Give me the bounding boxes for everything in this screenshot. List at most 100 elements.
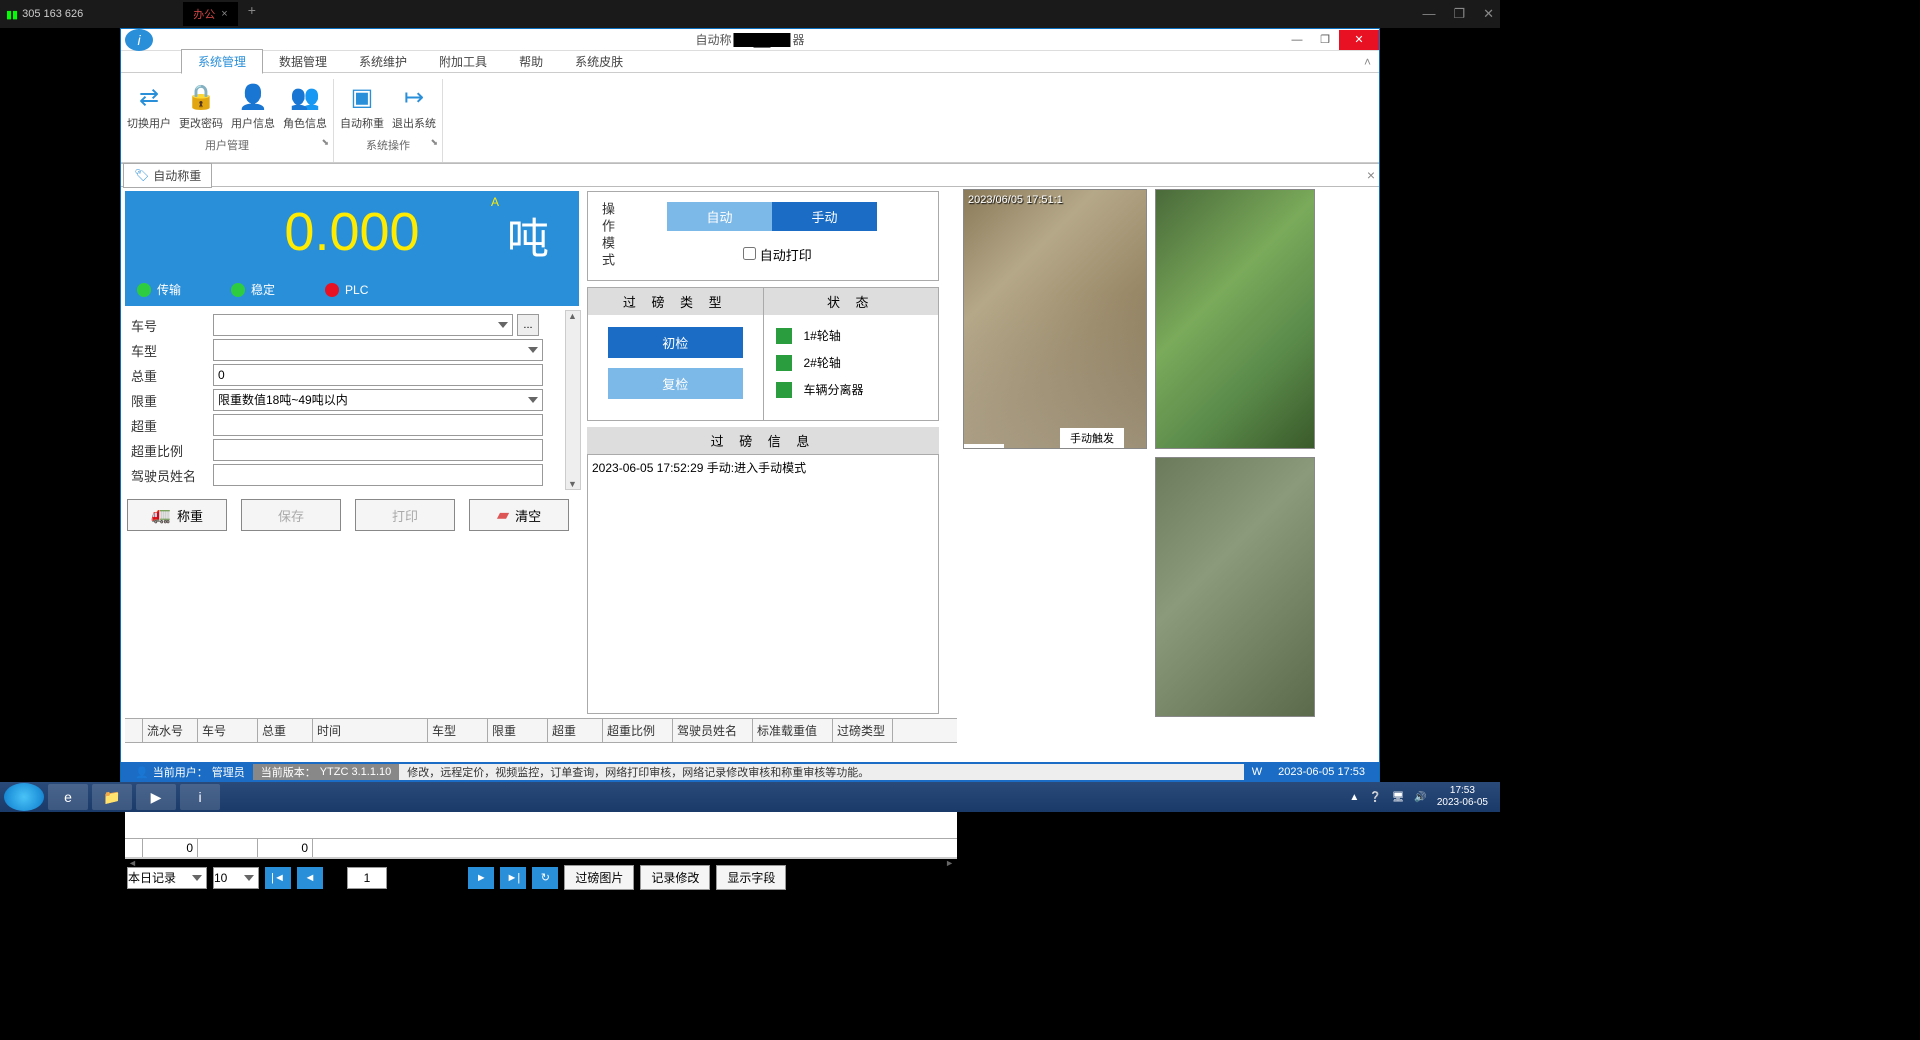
vehicle-type-select[interactable] (213, 339, 543, 361)
weigh-info-box: 过 磅 信 息 2023-06-05 17:52:29 手动:进入手动模式 (587, 427, 939, 714)
camera-feed-2[interactable] (1155, 189, 1315, 449)
col-weigh-type[interactable]: 过磅类型 (833, 719, 893, 742)
weigh-button[interactable]: 🚛称重 (127, 499, 227, 531)
show-fields-button[interactable]: 显示字段 (716, 865, 786, 890)
col-driver[interactable]: 驾驶员姓名 (673, 719, 753, 742)
ribbon: ⇄切换用户 🔒更改密码 👤用户信息 👥角色信息 用户管理⬊ ▣自动称重 ↦退出系… (121, 73, 1379, 163)
camera-feed-3[interactable] (1155, 457, 1315, 717)
filter-select[interactable]: 本日记录 (127, 867, 207, 889)
status-user: 👤当前用户：管理员 (127, 764, 253, 780)
form-scrollbar[interactable] (565, 310, 581, 490)
first-check-button[interactable]: 初检 (608, 327, 743, 358)
menu-skin[interactable]: 系统皮肤 (559, 50, 639, 73)
weigh-log[interactable]: 2023-06-05 17:52:29 手动:进入手动模式 (587, 454, 939, 714)
first-page-button[interactable]: |◄ (265, 867, 291, 889)
col-time[interactable]: 时间 (313, 719, 428, 742)
close-icon[interactable]: ✕ (1483, 6, 1494, 22)
tray-icon[interactable]: 🔊 (1414, 792, 1426, 803)
expand-icon[interactable]: ⬊ (430, 137, 438, 148)
close-button[interactable]: ✕ (1339, 30, 1379, 50)
tab-auto-weigh[interactable]: 🏷自动称重 (123, 163, 212, 188)
browse-button[interactable]: ... (517, 314, 539, 336)
col-over-ratio[interactable]: 超重比例 (603, 719, 673, 742)
mode-manual-button[interactable]: 手动 (772, 202, 877, 231)
driver-name-input[interactable] (213, 464, 543, 486)
close-icon[interactable]: × (221, 8, 227, 20)
recheck-button[interactable]: 复检 (608, 368, 743, 399)
tray-clock[interactable]: 17:53 2023-06-05 (1437, 785, 1488, 809)
weigh-form: 车号... 车型 总重 限重限重数值18吨~49吨以内 超重 超重比例 驾驶员姓… (121, 310, 583, 493)
col-serial[interactable]: 流水号 (143, 719, 198, 742)
weight-unit: 吨 (507, 205, 549, 266)
role-icon: 👥 (289, 81, 321, 113)
minimize-button[interactable]: — (1283, 30, 1311, 50)
browser-tab[interactable]: 办公 × (183, 2, 237, 26)
col-limit[interactable]: 限重 (488, 719, 548, 742)
col-type[interactable]: 车型 (428, 719, 488, 742)
signal-indicator: ▮▮ (6, 8, 18, 21)
minimize-icon[interactable]: — (1422, 6, 1435, 22)
tray-icon[interactable]: ▲ (1349, 792, 1359, 803)
menu-system-manage[interactable]: 系统管理 (181, 49, 263, 74)
user-info-button[interactable]: 👤用户信息 (227, 79, 279, 133)
maximize-icon[interactable]: ❐ (1453, 6, 1465, 22)
role-info-button[interactable]: 👥角色信息 (279, 79, 331, 133)
auto-print-checkbox[interactable] (743, 247, 756, 260)
menu-system-maint[interactable]: 系统维护 (343, 50, 423, 73)
truck-icon: 🚛 (151, 505, 171, 525)
app-window: i 自动称██器 — ❐ ✕ 系统管理 数据管理 系统维护 附加工具 帮助 系统… (120, 28, 1380, 783)
maximize-button[interactable]: ❐ (1311, 30, 1339, 50)
print-button[interactable]: 打印 (355, 499, 455, 531)
taskbar: e 📁 ▶ i ▲ ❔ 🖥 🔊 17:53 2023-06-05 (0, 782, 1500, 812)
taskbar-ie[interactable]: e (48, 784, 88, 810)
vehicle-no-select[interactable] (213, 314, 513, 336)
collapse-ribbon-icon[interactable]: ˄ (1364, 55, 1371, 69)
page-number-input[interactable] (347, 867, 387, 889)
col-std-load[interactable]: 标准载重值 (753, 719, 833, 742)
menu-addon-tools[interactable]: 附加工具 (423, 50, 503, 73)
led-transfer: 传输 (137, 281, 181, 298)
change-password-button[interactable]: 🔒更改密码 (175, 79, 227, 133)
weigh-image-button[interactable]: 过磅图片 (564, 865, 634, 890)
taskbar-media[interactable]: ▶ (136, 784, 176, 810)
clear-button[interactable]: ▰清空 (469, 499, 569, 531)
status-datetime: 2023-06-05 17:53 (1270, 766, 1373, 778)
save-button[interactable]: 保存 (241, 499, 341, 531)
next-page-button[interactable]: ► (468, 867, 494, 889)
exit-system-button[interactable]: ↦退出系统 (388, 79, 440, 133)
exit-icon: ↦ (398, 81, 430, 113)
switch-user-button[interactable]: ⇄切换用户 (123, 79, 175, 133)
horizontal-scrollbar[interactable] (125, 857, 957, 859)
weight-display: A 0.000 吨 传输 稳定 PLC (125, 191, 579, 306)
refresh-button[interactable]: ↻ (532, 867, 558, 889)
taskbar-explorer[interactable]: 📁 (92, 784, 132, 810)
menu-help[interactable]: 帮助 (503, 50, 559, 73)
page-size-select[interactable]: 10 (213, 867, 259, 889)
prev-page-button[interactable]: ◄ (297, 867, 323, 889)
tray-icon[interactable]: ❔ (1369, 792, 1381, 803)
overweight-input[interactable] (213, 414, 543, 436)
expand-icon[interactable]: ⬊ (321, 137, 329, 148)
menu-data-manage[interactable]: 数据管理 (263, 50, 343, 73)
overweight-ratio-input[interactable] (213, 439, 543, 461)
tray-icon[interactable]: 🖥 (1392, 792, 1405, 803)
gross-weight-input[interactable] (213, 364, 543, 386)
auto-weigh-button[interactable]: ▣自动称重 (336, 79, 388, 133)
mode-auto-button[interactable]: 自动 (667, 202, 772, 231)
led-stable: 稳定 (231, 281, 275, 298)
col-gross[interactable]: 总重 (258, 719, 313, 742)
col-over[interactable]: 超重 (548, 719, 603, 742)
edit-record-button[interactable]: 记录修改 (640, 865, 710, 890)
last-page-button[interactable]: ►| (500, 867, 526, 889)
new-tab-button[interactable]: + (248, 2, 256, 26)
system-tray[interactable]: ▲ ❔ 🖥 🔊 17:53 2023-06-05 (1349, 785, 1496, 809)
start-button[interactable] (4, 783, 44, 811)
limit-select[interactable]: 限重数值18吨~49吨以内 (213, 389, 543, 411)
col-vehicle[interactable]: 车号 (198, 719, 258, 742)
table-footer: 0 0 (125, 838, 957, 857)
close-all-tabs-icon[interactable]: × (1367, 167, 1375, 183)
camera-feed-1[interactable]: 2023/06/05 17:51:1 手动触发 (963, 189, 1147, 449)
taskbar-app[interactable]: i (180, 784, 220, 810)
weight-value: 0.000 (284, 201, 419, 263)
camera-trigger-label: 手动触发 (1060, 428, 1124, 448)
